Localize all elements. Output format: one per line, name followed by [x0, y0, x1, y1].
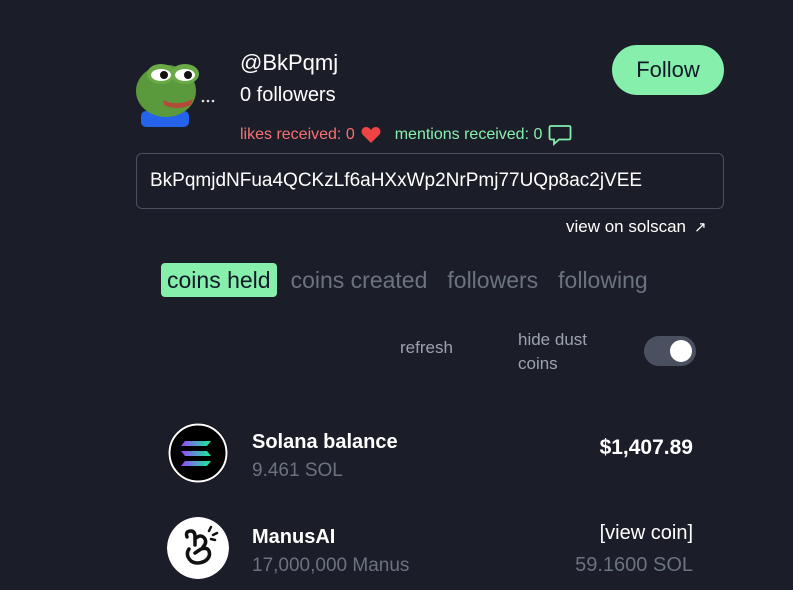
- hide-dust-toggle[interactable]: [644, 336, 696, 366]
- heart-icon: [361, 126, 381, 144]
- solscan-label: view on solscan: [566, 217, 687, 236]
- solana-icon: [167, 422, 229, 484]
- hide-dust-label: hide dust coins: [518, 330, 587, 373]
- username: @BkPqmj: [240, 50, 339, 75]
- tab-coins-held[interactable]: coins held: [161, 263, 277, 297]
- view-on-solscan-link[interactable]: view on solscan ↗: [566, 217, 707, 237]
- tab-coins-created[interactable]: coins created: [285, 263, 434, 297]
- follower-count: 0 followers: [240, 84, 336, 106]
- toggle-knob: [670, 340, 692, 362]
- holding-value: $1,407.89: [599, 436, 693, 459]
- wallet-address-field[interactable]: BkPqmjdNFua4QCKzLf6aHXxWp2NrPmj77UQp8ac2…: [136, 153, 724, 209]
- holding-row-solana: Solana balance 9.461 SOL $1,407.89: [167, 422, 693, 484]
- mentions-label: mentions received: 0: [394, 126, 543, 143]
- mentions-stat: mentions received: 0: [395, 124, 573, 146]
- profile-page: @BkPqmj 0 followers Follow likes receive…: [0, 0, 793, 590]
- holding-sol-value: 59.1600 SOL: [575, 554, 693, 576]
- refresh-button[interactable]: refresh: [400, 338, 453, 358]
- external-link-icon: ↗: [694, 219, 707, 236]
- holding-name: ManusAI: [252, 526, 336, 548]
- follow-button[interactable]: Follow: [612, 45, 724, 95]
- tab-followers[interactable]: followers: [441, 263, 544, 297]
- tab-following[interactable]: following: [552, 263, 654, 297]
- comment-icon: [548, 124, 572, 146]
- likes-label: likes received: 0: [240, 126, 355, 143]
- holding-name: Solana balance: [252, 431, 398, 453]
- holding-amount: 17,000,000 Manus: [252, 555, 410, 576]
- profile-tabs: coins held coins created followers follo…: [161, 263, 662, 297]
- view-coin-link[interactable]: [view coin]: [600, 522, 693, 545]
- holding-row-manusai: ManusAI 17,000,000 Manus [view coin] 59.…: [167, 517, 693, 579]
- wallet-address: BkPqmjdNFua4QCKzLf6aHXxWp2NrPmj77UQp8ac2…: [150, 170, 643, 191]
- avatar: [133, 57, 218, 129]
- likes-stat: likes received: 0: [240, 126, 381, 144]
- holding-amount: 9.461 SOL: [252, 460, 343, 481]
- profile-stats: likes received: 0 mentions received: 0: [240, 124, 572, 146]
- manus-icon: [167, 517, 229, 579]
